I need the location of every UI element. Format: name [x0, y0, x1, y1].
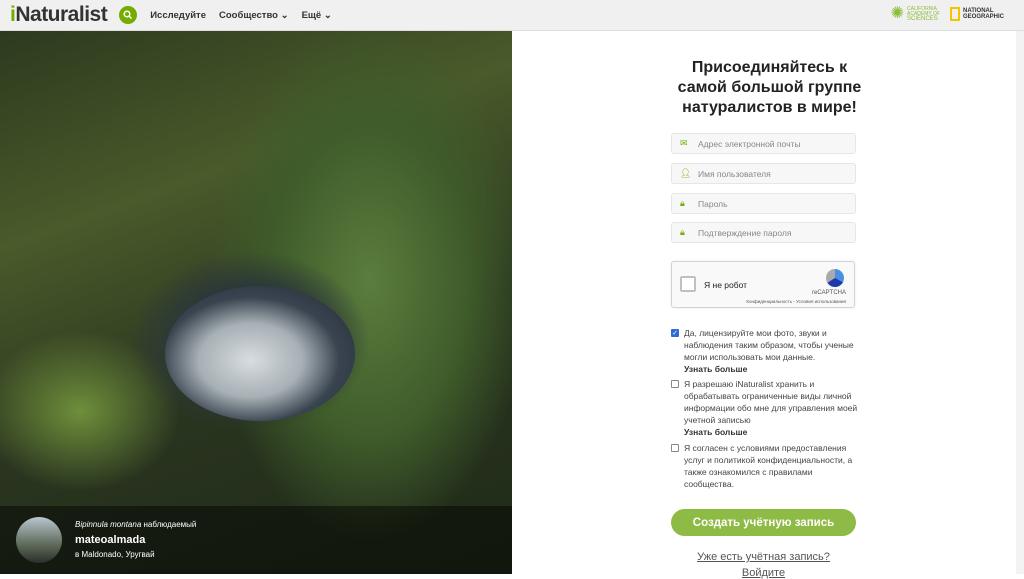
lock-icon: 🔒︎ — [680, 198, 685, 208]
email-field[interactable]: ✉ Адрес электронной почты — [671, 133, 856, 154]
natgeo-logo[interactable]: NATIONAL GEOGRAPHIC — [949, 7, 1004, 21]
observer-name[interactable]: mateoalmada — [75, 534, 145, 546]
inaturalist-logo[interactable]: iNaturalist — [10, 3, 108, 27]
page-title: Присоединяйтесь к самой большой группе н… — [677, 59, 862, 116]
password-field[interactable]: 🔒︎ Пароль — [671, 193, 856, 214]
personal-info-checkbox[interactable] — [671, 380, 679, 388]
recaptcha: Я не робот reCAPTCHA Конфиденциальность … — [671, 261, 855, 308]
top-header: iNaturalist Исследуйте Сообщество ⌄ Ещё … — [0, 0, 1024, 31]
signup-form: Присоединяйтесь к самой большой группе н… — [512, 31, 1024, 579]
have-account-link[interactable]: Уже есть учётная запись? — [671, 551, 856, 563]
scrollbar[interactable] — [1016, 31, 1024, 574]
envelope-icon: ✉ — [680, 138, 688, 148]
learn-more-link[interactable]: Узнать больше — [684, 426, 861, 438]
avatar[interactable] — [16, 517, 62, 563]
personal-info-consent: Я разрешаю iNaturalist хранить и обрабат… — [671, 378, 861, 438]
user-icon: 👤︎ — [680, 168, 692, 178]
license-checkbox[interactable]: ✓ — [671, 329, 679, 337]
nav-explore[interactable]: Исследуйте — [150, 10, 206, 21]
orchid-flower — [165, 286, 355, 421]
login-link[interactable]: Войдите — [671, 567, 856, 579]
create-account-button[interactable]: Создать учётную запись — [671, 509, 856, 536]
search-button[interactable] — [119, 6, 138, 24]
license-consent: ✓ Да, лицензируйте мои фото, звуки и набл… — [671, 327, 861, 375]
recaptcha-checkbox[interactable] — [680, 276, 696, 292]
natgeo-frame-icon — [949, 7, 960, 21]
taxon-link[interactable]: Bipinnula montana — [75, 520, 141, 529]
sun-icon: ✺ — [890, 5, 905, 22]
lock-icon: 🔒︎ — [680, 227, 685, 237]
search-icon — [123, 10, 133, 20]
observation-place: в Maldonado, Уругвай — [75, 550, 155, 559]
username-field[interactable]: 👤︎ Имя пользователя — [671, 163, 856, 184]
learn-more-link[interactable]: Узнать больше — [684, 363, 861, 375]
hero-photo: Bipinnula montana наблюдаемый mateoalmad… — [0, 31, 512, 574]
photo-caption: Bipinnula montana наблюдаемый mateoalmad… — [0, 506, 512, 574]
terms-consent: Я согласен с условиями предоставления ус… — [671, 442, 861, 490]
recaptcha-icon — [826, 269, 844, 287]
terms-checkbox[interactable] — [671, 444, 679, 452]
password-confirm-field[interactable]: 🔒︎ Подтверждение пароля — [671, 222, 856, 243]
nav-community[interactable]: Сообщество ⌄ — [219, 10, 289, 21]
recaptcha-links[interactable]: Конфиденциальность - Условия использован… — [746, 299, 846, 304]
nav-more[interactable]: Ещё ⌄ — [302, 10, 332, 21]
cas-logo[interactable]: ✺ CALIFORNIA ACADEMY OF SCIENCES — [891, 6, 940, 22]
